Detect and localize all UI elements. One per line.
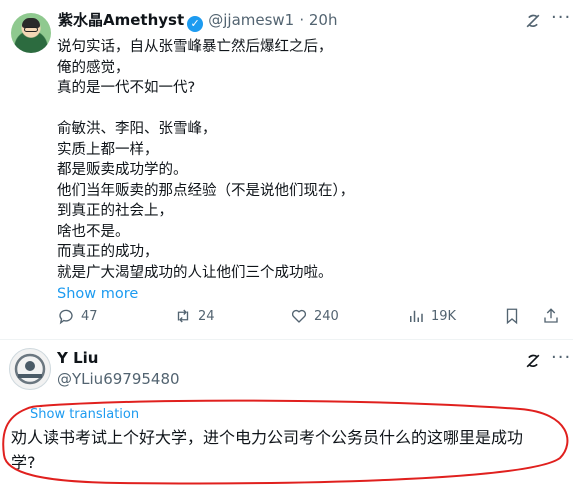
share-action[interactable]	[542, 307, 566, 325]
tweet-line: 说句实话，自从张雪峰暴亡然后爆红之后，	[57, 39, 333, 55]
reply-icon	[59, 309, 73, 325]
annotation-circle	[2, 399, 569, 485]
reply-action[interactable]: 47	[57, 307, 98, 325]
author-avatar[interactable]	[11, 13, 51, 53]
views-count: 19K	[431, 308, 457, 324]
bookmark-action[interactable]	[503, 307, 527, 325]
avatar-glasses	[24, 27, 38, 32]
tweet-body: 说句实话，自从张雪峰暴亡然后爆红之后， 俺的感觉， 真的是一代不如一代? 俞敏洪…	[57, 37, 354, 302]
more-icon[interactable]: ···	[551, 7, 571, 28]
avatar-logo	[14, 353, 46, 385]
tweet-line: 俺的感觉，	[57, 59, 130, 76]
tweet-line: 啥也不是。	[57, 223, 130, 240]
bookmark-icon	[506, 308, 518, 325]
tweet-line: 实质上都一样，	[57, 141, 159, 158]
tweet-line: 真的是一代不如一代?	[57, 80, 196, 96]
tweet-line: 他们当年贩卖的那点经验（不是说他们现在），	[57, 182, 355, 199]
more-icon[interactable]: ···	[551, 347, 571, 368]
tweet-line: 到真正的社会上，	[57, 203, 173, 219]
tweet-header: 紫水晶Amethyst ✓ @jjamesw1 · 20h	[58, 9, 337, 32]
tweet-time[interactable]: · 20h	[299, 11, 337, 29]
retweet-count: 24	[198, 308, 215, 324]
views-icon	[410, 310, 423, 322]
author-name[interactable]: 紫水晶Amethyst	[58, 11, 184, 29]
like-count: 240	[314, 308, 339, 324]
retweet-action[interactable]: 24	[174, 307, 215, 325]
tweet-line: 俞敏洪、李阳、张雪峰，	[57, 121, 217, 137]
tweet-divider	[0, 339, 573, 340]
reply-handle[interactable]: @YLiu69795480	[57, 370, 180, 388]
show-more-link[interactable]: Show more	[57, 286, 354, 302]
tweet-line: 都是贩卖成功学的。	[57, 162, 188, 178]
tweet-line: 而真正的成功，	[57, 244, 159, 260]
verified-icon: ✓	[187, 16, 204, 32]
reply-header: Y Liu @YLiu69795480	[57, 349, 180, 388]
retweet-icon	[177, 309, 189, 323]
like-action[interactable]: 240	[290, 307, 339, 325]
reply-avatar[interactable]	[9, 348, 51, 390]
grok-icon[interactable]	[523, 11, 543, 31]
author-handle[interactable]: @jjamesw1	[208, 11, 294, 29]
share-icon	[544, 308, 558, 323]
reply-count: 47	[81, 308, 98, 324]
reply-author-name[interactable]: Y Liu	[57, 349, 180, 367]
views-action[interactable]: 19K	[407, 307, 456, 325]
grok-icon[interactable]	[523, 351, 543, 371]
tweet-line: 就是广大渴望成功的人让他们三个成功啦。	[57, 264, 333, 281]
like-icon	[291, 309, 307, 323]
